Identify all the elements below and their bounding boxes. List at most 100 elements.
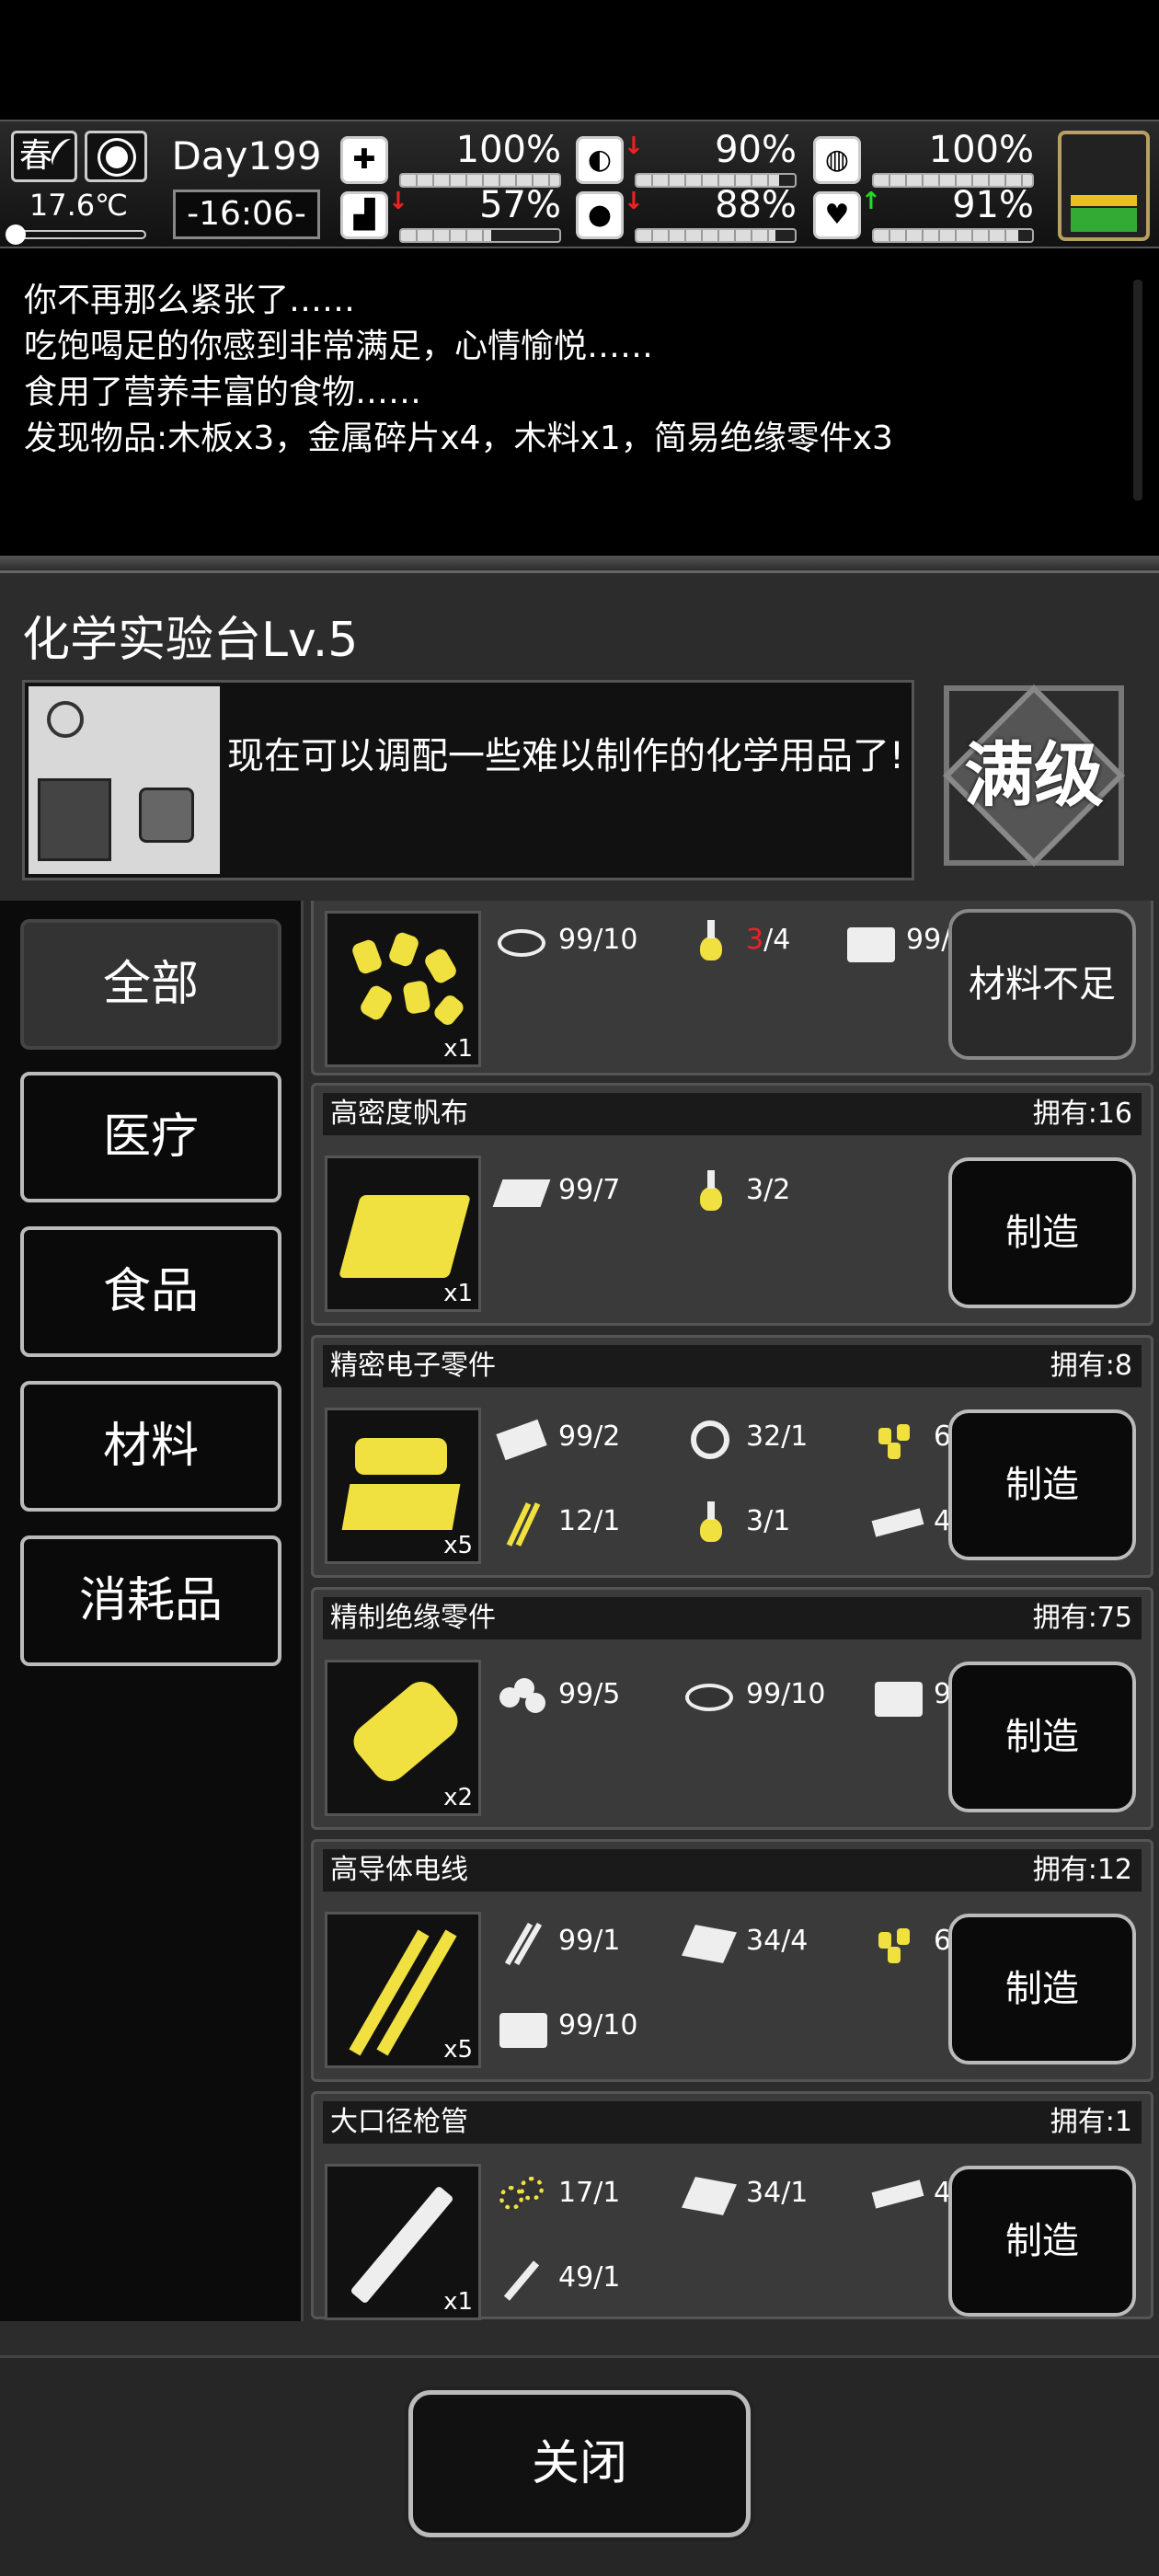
recipe-name: 大口径枪管 (330, 2106, 468, 2138)
material-qty: 49/1 (558, 2261, 621, 2294)
category-tab-materials[interactable]: 材料 (20, 1381, 281, 1512)
insufficient-materials-button[interactable]: 材料不足 (948, 909, 1136, 1060)
tape-roll-icon (494, 920, 549, 964)
crafting-panel: 化学实验台Lv.5 现在可以调配一些难以制作的化学用品了! 满级 全部 医疗 食… (0, 570, 1159, 2576)
recipe-card: 精制绝缘零件 拥有:75 x2 99/5 99/10 99/2 制造 (311, 1587, 1153, 1830)
category-tab-food[interactable]: 食品 (20, 1226, 281, 1357)
stat-value: 91% (952, 184, 1034, 226)
craft-button[interactable]: 制造 (948, 1914, 1136, 2064)
fuel-can-icon (494, 2006, 549, 2050)
stat-stamina: ▟ ↓ 57% (340, 184, 561, 243)
craft-button[interactable]: 制造 (948, 2166, 1136, 2317)
stat-value: 100% (928, 129, 1034, 171)
category-sidebar: 全部 医疗 食品 材料 消耗品 (0, 901, 304, 2321)
water-drop-icon: ● (576, 191, 624, 239)
battery-icon[interactable] (1058, 131, 1150, 241)
season-label: 春 (19, 137, 53, 175)
wire-icon (494, 1501, 549, 1547)
electronic-part-icon: x5 (325, 1408, 481, 1564)
stat-value: 57% (479, 184, 561, 226)
recipe-header: 精制绝缘零件 拥有:75 (323, 1597, 1142, 1639)
insulator-part-icon: x2 (325, 1660, 481, 1816)
craft-button[interactable]: 制造 (948, 1662, 1136, 1812)
recipe-header: 精密电子零件 拥有:8 (323, 1345, 1142, 1387)
max-level-label: 满级 (964, 734, 1104, 816)
stat-thirst: ● ↓ 88% (576, 184, 797, 243)
season-indicator: 春 (11, 131, 79, 182)
stat-bar (399, 228, 561, 243)
stones-icon (494, 1674, 549, 1719)
circuit-icon (494, 1417, 549, 1461)
category-tab-medical[interactable]: 医疗 (20, 1072, 281, 1202)
owned-count: 拥有:75 (1032, 1602, 1132, 1634)
sun-icon (85, 131, 147, 182)
stat-bar (872, 228, 1034, 243)
log-line: 发现物品:木板x3，金属碎片x4，木料x1，简易绝缘零件x3 (24, 420, 893, 457)
material-qty: 17/1 (558, 2177, 621, 2209)
ring-icon (682, 1417, 737, 1461)
capsule-icon (869, 1417, 924, 1461)
scrap-metal-icon (869, 2173, 924, 2217)
clock: -16:06- (173, 190, 320, 239)
capsule-item-icon: x1 (325, 911, 481, 1067)
status-bar: 春 17.6℃ Day199 -16:06- ✚ 100% ◐ ↓ 90% ◍ 100% ▟ ↓… (0, 120, 1159, 248)
flask-icon (682, 920, 737, 964)
close-button[interactable]: 关闭 (408, 2390, 751, 2537)
craft-button[interactable]: 制造 (948, 1157, 1136, 1308)
recipe-name: 精密电子零件 (330, 1350, 496, 1382)
stat-mood: ♥ ↑ 91% (813, 184, 1034, 243)
gun-barrel-icon: x1 (325, 2164, 481, 2320)
item-count: x2 (443, 1784, 473, 1811)
day-counter: Day199 (171, 133, 322, 178)
recipe-card: 高密度帆布 拥有:16 x1 99/7 3/2 制造 (311, 1083, 1153, 1326)
heart-icon: ♥ (813, 191, 861, 239)
pipe-icon (494, 2258, 549, 2302)
owned-count: 拥有:16 (1032, 1098, 1132, 1130)
fuel-can-icon (869, 1674, 924, 1719)
message-log[interactable]: 你不再那么紧张了…… 吃饱喝足的你感到非常满足，心情愉悦…… 食用了营养丰富的食… (0, 259, 1159, 554)
max-level-badge: 满级 (943, 684, 1125, 867)
brain-icon: ◍ (813, 136, 861, 184)
stat-value: 90% (715, 129, 797, 171)
material-qty: 32/1 (746, 1420, 809, 1453)
temperature-value: 17.6℃ (29, 188, 129, 223)
trend-up-icon: ↑ (861, 188, 881, 215)
owned-count: 拥有:12 (1032, 1854, 1132, 1886)
material-qty: 99/10 (746, 1678, 826, 1710)
material-qty: 99/10 (558, 924, 638, 956)
gears-icon (494, 2173, 549, 2217)
thermometer-icon (6, 224, 146, 245)
recipe-name: 高密度帆布 (330, 1098, 468, 1130)
temperature-gauge: 17.6℃ (6, 188, 150, 245)
stomach-icon: ◐ (576, 136, 624, 184)
bench-description: 现在可以调配一些难以制作的化学用品了! (227, 735, 905, 777)
category-tab-consumables[interactable]: 消耗品 (20, 1535, 281, 1666)
fuel-can-icon (842, 920, 897, 964)
trend-down-icon: ↓ (624, 188, 644, 215)
recipe-name: 高导体电线 (330, 1854, 468, 1886)
recipe-header: 高密度帆布 拥有:16 (323, 1093, 1142, 1135)
log-line: 你不再那么紧张了…… (24, 282, 356, 319)
boot-icon: ▟ (340, 191, 388, 239)
category-tab-all[interactable]: 全部 (20, 919, 281, 1050)
recipe-card: 高导体电线 拥有:12 x5 99/1 34/4 6/2 (311, 1839, 1153, 2082)
stat-bar (635, 228, 797, 243)
material-qty: 34/1 (746, 2177, 809, 2209)
item-count: x5 (443, 1532, 473, 1559)
flask-icon (682, 1170, 737, 1214)
stat-sanity: ◍ 100% (813, 129, 1034, 188)
log-line: 食用了营养丰富的食物…… (24, 374, 422, 411)
recipe-list[interactable]: x1 99/10 3/4 99/1 材料不足 高密度帆布 拥有:16 (311, 901, 1153, 2321)
recipe-header: 大口径枪管 拥有:1 (323, 2101, 1142, 2144)
material-qty: 12/1 (558, 1505, 621, 1537)
panel-title: 化学实验台Lv.5 (22, 613, 359, 668)
log-scrollbar[interactable] (1133, 280, 1142, 500)
metal-sheet-icon (682, 1921, 737, 1965)
material-qty: 99/1 (558, 1925, 621, 1957)
item-count: x5 (443, 2036, 473, 2064)
recipe-card: 大口径枪管 拥有:1 x1 17/1 34/1 42/1 49/1 (311, 2091, 1153, 2320)
craft-button[interactable]: 制造 (948, 1409, 1136, 1560)
stat-health: ✚ 100% (340, 129, 561, 188)
material-qty: 99/10 (558, 2009, 638, 2041)
material-qty: 3/2 (746, 1174, 791, 1206)
